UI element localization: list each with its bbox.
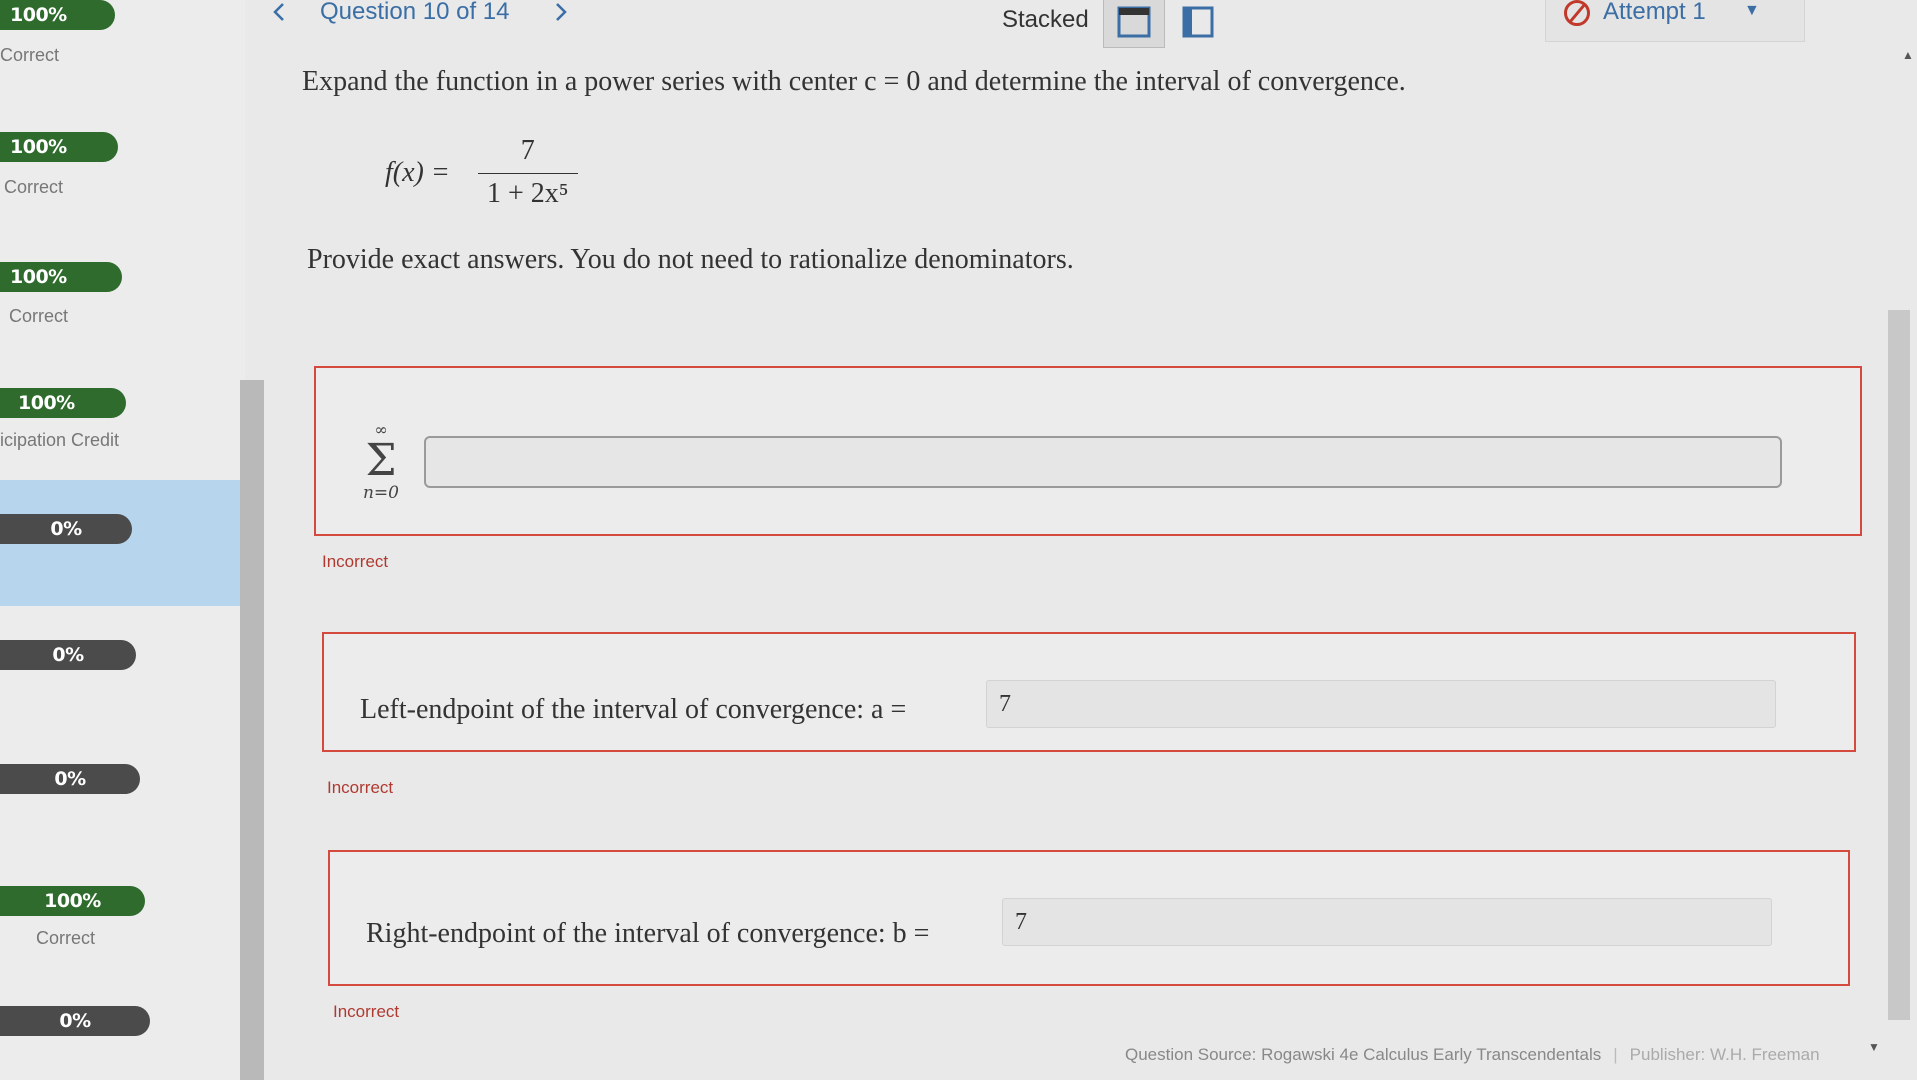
caret-down-icon: ▼ bbox=[1744, 2, 1760, 19]
sidebar-item-q3[interactable]: 100% Correct bbox=[0, 260, 245, 386]
sidebar-item-q2[interactable]: 100% Correct bbox=[0, 130, 245, 256]
fraction-numerator: 7 bbox=[477, 135, 578, 174]
publisher-label: Publisher: W.H. Freeman bbox=[1629, 1045, 1820, 1064]
question-header: Question 10 of 14 Stacked Attempt 1 ▼ bbox=[265, 0, 1917, 50]
score-pill: 100% bbox=[0, 388, 126, 418]
sidebar-scrollbar[interactable] bbox=[240, 380, 264, 1080]
function-lhs: f(x) = bbox=[385, 156, 450, 188]
fraction-denominator: 1 + 2x⁵ bbox=[486, 178, 569, 209]
question-sidebar: 100% Correct 100% Correct 100% Correct 1… bbox=[0, 0, 245, 1080]
score-pill: 100% bbox=[0, 132, 118, 162]
summation-symbol: ∞ Σ n=0 bbox=[356, 420, 406, 503]
right-endpoint-input[interactable]: 7 bbox=[1002, 898, 1772, 946]
sidebar-item-q5[interactable]: 0% bbox=[0, 480, 245, 606]
question-prompt: Expand the function in a power series wi… bbox=[302, 66, 1406, 97]
side-layout-icon bbox=[1182, 6, 1214, 38]
previous-question-button[interactable] bbox=[265, 0, 295, 28]
series-status: Incorrect bbox=[322, 552, 389, 571]
score-pill: 0% bbox=[0, 640, 136, 670]
scroll-up-arrow-icon[interactable]: ▲ bbox=[1902, 48, 1914, 62]
left-endpoint-status: Incorrect bbox=[327, 778, 394, 797]
sigma-icon: Σ bbox=[365, 435, 397, 486]
status-label: Correct bbox=[4, 177, 64, 197]
attempt-label: Attempt 1 bbox=[1603, 0, 1706, 25]
status-label: Correct bbox=[0, 45, 60, 65]
sidebar-item-q9[interactable]: 0% bbox=[0, 1004, 245, 1080]
question-source-footer: Question Source: Rogawski 4e Calculus Ea… bbox=[1125, 1045, 1820, 1065]
stacked-view-button[interactable] bbox=[1103, 0, 1165, 48]
score-pill: 0% bbox=[0, 764, 140, 794]
side-by-side-view-button[interactable] bbox=[1170, 0, 1226, 48]
view-mode-label: Stacked bbox=[1002, 6, 1089, 33]
chevron-right-icon bbox=[556, 3, 567, 21]
status-label: icipation Credit bbox=[0, 430, 120, 450]
question-source: Question Source: Rogawski 4e Calculus Ea… bbox=[1125, 1045, 1602, 1064]
series-answer-box: ∞ Σ n=0 bbox=[314, 366, 1862, 536]
left-endpoint-box: Left-endpoint of the interval of converg… bbox=[322, 632, 1856, 752]
right-endpoint-label: Right-endpoint of the interval of conver… bbox=[366, 918, 930, 949]
status-label: Correct bbox=[36, 928, 96, 948]
function-formula: f(x) = 7 1 + 2x⁵ bbox=[385, 135, 578, 210]
scroll-down-arrow-icon[interactable]: ▼ bbox=[1868, 1040, 1880, 1054]
fraction: 7 1 + 2x⁵ bbox=[477, 135, 578, 210]
sigma-lower-limit: n=0 bbox=[362, 483, 399, 503]
left-endpoint-input[interactable]: 7 bbox=[986, 680, 1776, 728]
right-endpoint-status: Incorrect bbox=[333, 1002, 400, 1021]
score-pill: 100% bbox=[0, 262, 122, 292]
sidebar-item-q8[interactable]: 100% Correct bbox=[0, 884, 245, 1010]
left-endpoint-label: Left-endpoint of the interval of converg… bbox=[360, 694, 907, 725]
attempt-dropdown[interactable]: Attempt 1 ▼ bbox=[1545, 0, 1805, 42]
next-question-button[interactable] bbox=[547, 0, 577, 28]
right-endpoint-box: Right-endpoint of the interval of conver… bbox=[328, 850, 1850, 986]
footer-divider: | bbox=[1613, 1045, 1618, 1064]
stacked-layout-icon bbox=[1117, 6, 1151, 38]
prohibited-icon bbox=[1564, 0, 1590, 26]
chevron-left-icon bbox=[273, 3, 284, 21]
score-pill: 100% bbox=[0, 0, 115, 30]
question-title: Question 10 of 14 bbox=[320, 0, 510, 25]
answer-instructions: Provide exact answers. You do not need t… bbox=[307, 244, 1074, 275]
series-term-input[interactable] bbox=[424, 436, 1782, 488]
sidebar-item-q7[interactable]: 0% bbox=[0, 762, 245, 888]
status-label: Correct bbox=[9, 306, 69, 326]
score-pill: 100% bbox=[0, 886, 145, 916]
score-pill: 0% bbox=[0, 1006, 150, 1036]
sidebar-item-q1[interactable]: 100% Correct bbox=[0, 0, 245, 126]
sidebar-item-q6[interactable]: 0% bbox=[0, 638, 245, 764]
score-pill: 0% bbox=[0, 514, 132, 544]
content-scrollbar[interactable] bbox=[1888, 310, 1910, 1020]
